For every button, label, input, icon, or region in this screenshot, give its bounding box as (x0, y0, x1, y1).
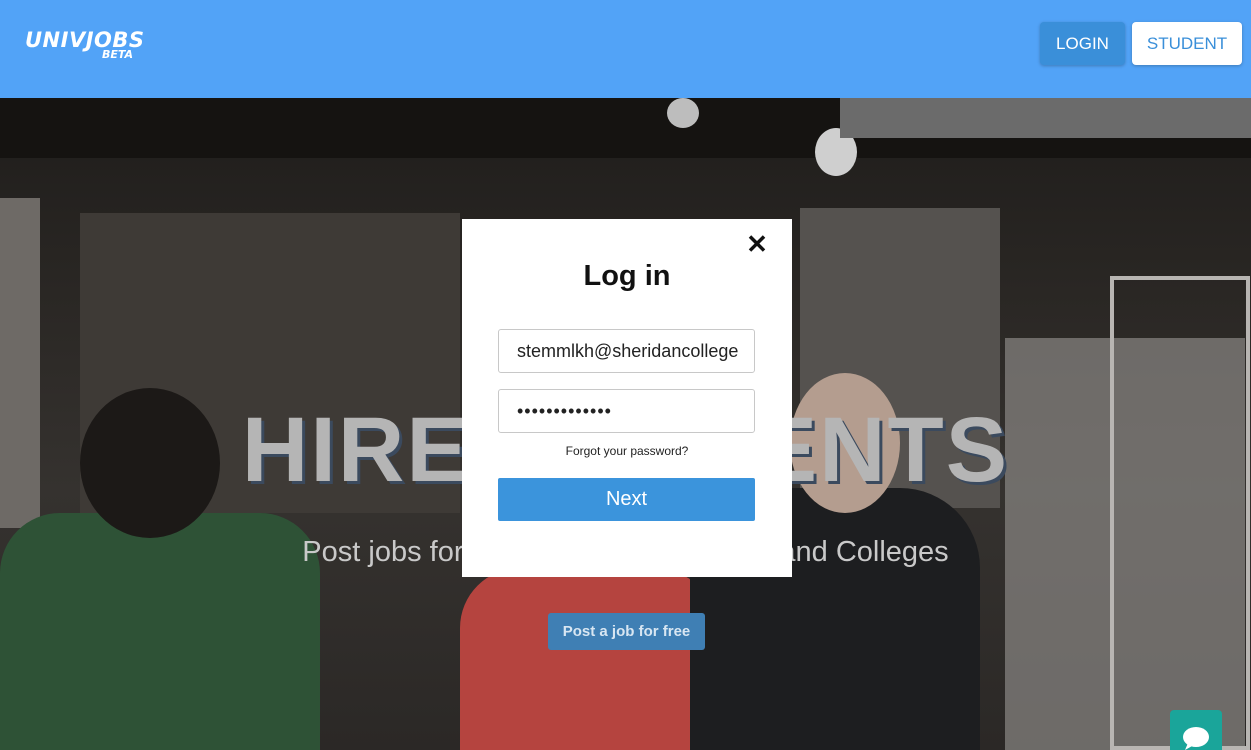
ceiling-light (667, 98, 699, 128)
forgot-password-link[interactable]: Forgot your password? (462, 444, 792, 458)
person-red-shirt (460, 568, 715, 750)
close-icon[interactable]: ✕ (745, 231, 769, 257)
login-button[interactable]: LOGIN (1040, 22, 1125, 65)
chat-bubble-icon (1183, 727, 1209, 750)
ceiling-duct (840, 98, 1251, 138)
logo-beta-tag: BETA (102, 48, 134, 61)
univjobs-logo[interactable]: UNIVJOBS BETA (25, 29, 145, 61)
next-button[interactable]: Next (498, 478, 755, 521)
modal-title: Log in (583, 260, 671, 292)
post-job-button[interactable]: Post a job for free (548, 613, 705, 650)
email-field[interactable] (498, 329, 755, 373)
student-button[interactable]: STUDENT (1132, 22, 1242, 65)
chat-widget-button[interactable] (1170, 710, 1222, 750)
password-field[interactable] (498, 389, 755, 433)
glass-case-frame (1110, 276, 1250, 750)
top-header: UNIVJOBS BETA LOGIN STUDENT (0, 0, 1251, 98)
login-modal: ✕ Log in Forgot your password? Next (462, 219, 792, 577)
